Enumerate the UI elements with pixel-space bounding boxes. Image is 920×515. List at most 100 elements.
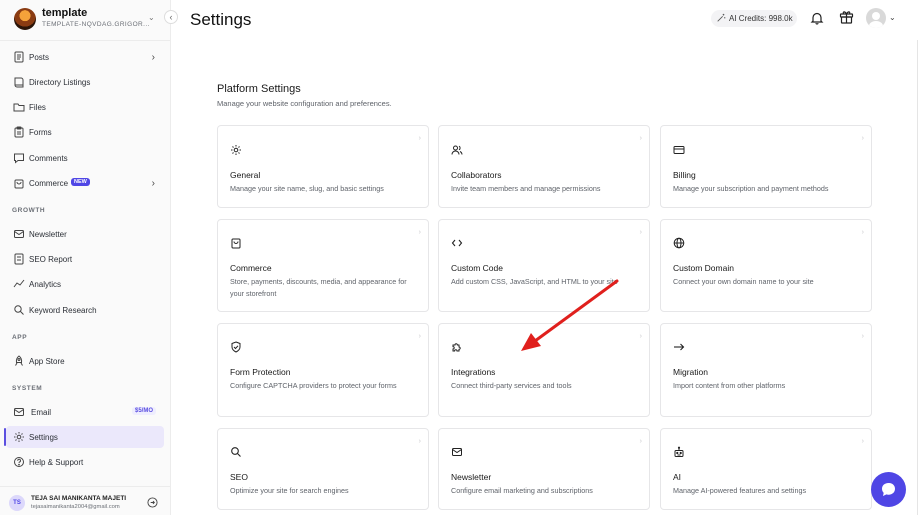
card-description: Configure CAPTCHA providers to protect y… (230, 381, 397, 390)
settings-card-custom-domain[interactable]: Custom Domain Connect your own domain na… (660, 219, 872, 312)
bell-icon[interactable] (810, 11, 824, 25)
document-icon (14, 51, 24, 63)
chat-launcher-button[interactable] (871, 472, 906, 507)
sidebar-item-label: Directory Listings (29, 77, 91, 87)
sidebar-item-newsletter[interactable]: Newsletter (6, 223, 164, 245)
chevron-right-icon: › (861, 333, 864, 340)
sidebar-item-label: Forms (29, 127, 52, 137)
sidebar-item-app-store[interactable]: App Store (6, 350, 164, 372)
workspace-logo (14, 8, 36, 30)
user-avatar[interactable] (866, 8, 886, 28)
code-icon (451, 239, 463, 247)
mail-icon (14, 408, 24, 416)
report-icon (14, 253, 24, 265)
sidebar-item-label: Files (29, 102, 46, 112)
sidebar-item-files[interactable]: Files (6, 96, 164, 118)
card-description: Import content from other platforms (673, 381, 786, 390)
mail-icon (452, 448, 462, 456)
sidebar-item-help-support[interactable]: Help & Support (6, 451, 164, 473)
sidebar-item-label: Email (31, 407, 52, 417)
rocket-icon (15, 355, 23, 366)
sidebar-item-label: Posts (29, 52, 50, 62)
shopping-bag-icon (14, 179, 24, 189)
settings-card-seo[interactable]: SEO Optimize your site for search engine… (217, 428, 429, 510)
chevron-right-icon: › (418, 135, 421, 142)
card-title: Newsletter (451, 472, 492, 482)
sidebar-item-label: App Store (29, 356, 65, 366)
chevron-right-icon: › (861, 438, 864, 445)
book-icon (14, 77, 24, 88)
sidebar-item-forms[interactable]: Forms (6, 121, 164, 143)
sidebar-item-label: Comments (29, 153, 68, 163)
chevron-right-icon: › (639, 438, 642, 445)
magic-wand-icon (717, 13, 726, 22)
card-description: Optimize your site for search engines (230, 486, 349, 495)
logout-icon[interactable] (147, 497, 158, 508)
settings-card-form-protection[interactable]: Form Protection Configure CAPTCHA provid… (217, 323, 429, 417)
section-description: Manage your website configuration and pr… (217, 99, 392, 108)
settings-card-collaborators[interactable]: Collaborators Invite team members and ma… (438, 125, 650, 208)
card-description: Manage AI-powered features and settings (673, 486, 807, 495)
sidebar-item-comments[interactable]: Comments (6, 147, 164, 169)
chevron-right-icon: › (639, 229, 642, 236)
settings-card-ai[interactable]: AI Manage AI-powered features and settin… (660, 428, 872, 510)
chevron-down-icon: ⌄ (148, 13, 155, 22)
robot-icon (674, 446, 684, 457)
trend-icon (13, 279, 25, 288)
user-email: tejasaimanikanta2004@gmail.com (31, 504, 120, 510)
card-title: Billing (673, 170, 696, 180)
chevron-down-icon[interactable]: ⌄ (889, 13, 896, 22)
sidebar-item-label: Commerce (29, 178, 69, 188)
sidebar-item-email[interactable]: Email $5/MO (6, 401, 164, 423)
chevron-right-icon: › (151, 177, 155, 189)
settings-card-migration[interactable]: Migration Import content from other plat… (660, 323, 872, 417)
sidebar-item-label: Keyword Research (29, 305, 97, 315)
settings-card-general[interactable]: General Manage your site name, slug, and… (217, 125, 429, 208)
comment-icon (14, 153, 24, 164)
page-title: Settings (190, 10, 252, 29)
settings-card-billing[interactable]: Billing Manage your subscription and pay… (660, 125, 872, 208)
sidebar-item-keyword-research[interactable]: Keyword Research (6, 299, 164, 321)
user-name: TEJA SAI MANIKANTA MAJETI (31, 495, 127, 502)
sidebar-item-seo-report[interactable]: SEO Report (6, 248, 164, 270)
settings-card-commerce[interactable]: Commerce Store, payments, discounts, med… (217, 219, 429, 312)
settings-card-custom-code[interactable]: Custom Code Add custom CSS, JavaScript, … (438, 219, 650, 312)
chat-bubble-icon (882, 483, 895, 496)
chevron-right-icon: › (861, 229, 864, 236)
sidebar-item-label: Settings (29, 432, 58, 442)
arrow-right-icon (674, 343, 685, 351)
sidebar-item-directory-listings[interactable]: Directory Listings (6, 71, 164, 93)
card-description: Store, payments, discounts, media, and a… (230, 277, 407, 298)
gift-icon[interactable] (839, 9, 854, 24)
sidebar-item-posts[interactable]: Posts › (6, 46, 164, 68)
workspace-subdomain: TEMPLATE-NQVDAG.GRIGOR... (42, 21, 150, 28)
sidebar-item-label: SEO Report (29, 254, 73, 264)
search-icon (14, 305, 24, 315)
scrollbar[interactable] (917, 40, 918, 515)
bag-icon (231, 238, 241, 249)
chevron-right-icon: › (418, 438, 421, 445)
chevron-right-icon: › (418, 333, 421, 340)
settings-card-newsletter[interactable]: Newsletter Configure email marketing and… (438, 428, 650, 510)
workspace-switcher[interactable]: template TEMPLATE-NQVDAG.GRIGOR... ⌄ (14, 7, 164, 31)
sidebar-item-label: Analytics (29, 279, 62, 289)
puzzle-icon (452, 343, 461, 352)
user-profile[interactable]: TS TEJA SAI MANIKANTA MAJETI tejasaimani… (0, 486, 170, 515)
workspace-name: template (42, 7, 88, 19)
settings-card-integrations[interactable]: Integrations Connect third-party service… (438, 323, 650, 417)
ai-credits-label: AI Credits: 998.0k (729, 14, 793, 23)
chevron-right-icon: › (639, 135, 642, 142)
avatar: TS (9, 495, 25, 511)
sidebar-item-analytics[interactable]: Analytics (6, 273, 164, 295)
credit-card-icon (673, 146, 685, 154)
sidebar-item-label: Help & Support (29, 457, 84, 467)
ai-credits-badge[interactable]: AI Credits: 998.0k (711, 10, 797, 27)
chevron-right-icon: › (639, 333, 642, 340)
search-icon (231, 447, 241, 457)
price-badge: $5/MO (131, 407, 156, 415)
card-title: Collaborators (451, 170, 502, 180)
users-icon (451, 145, 463, 155)
sidebar-item-settings[interactable]: Settings (4, 426, 164, 448)
sidebar-item-commerce[interactable]: Commerce NEW › (6, 172, 164, 194)
collapse-sidebar-button[interactable]: ‹ (164, 10, 178, 24)
